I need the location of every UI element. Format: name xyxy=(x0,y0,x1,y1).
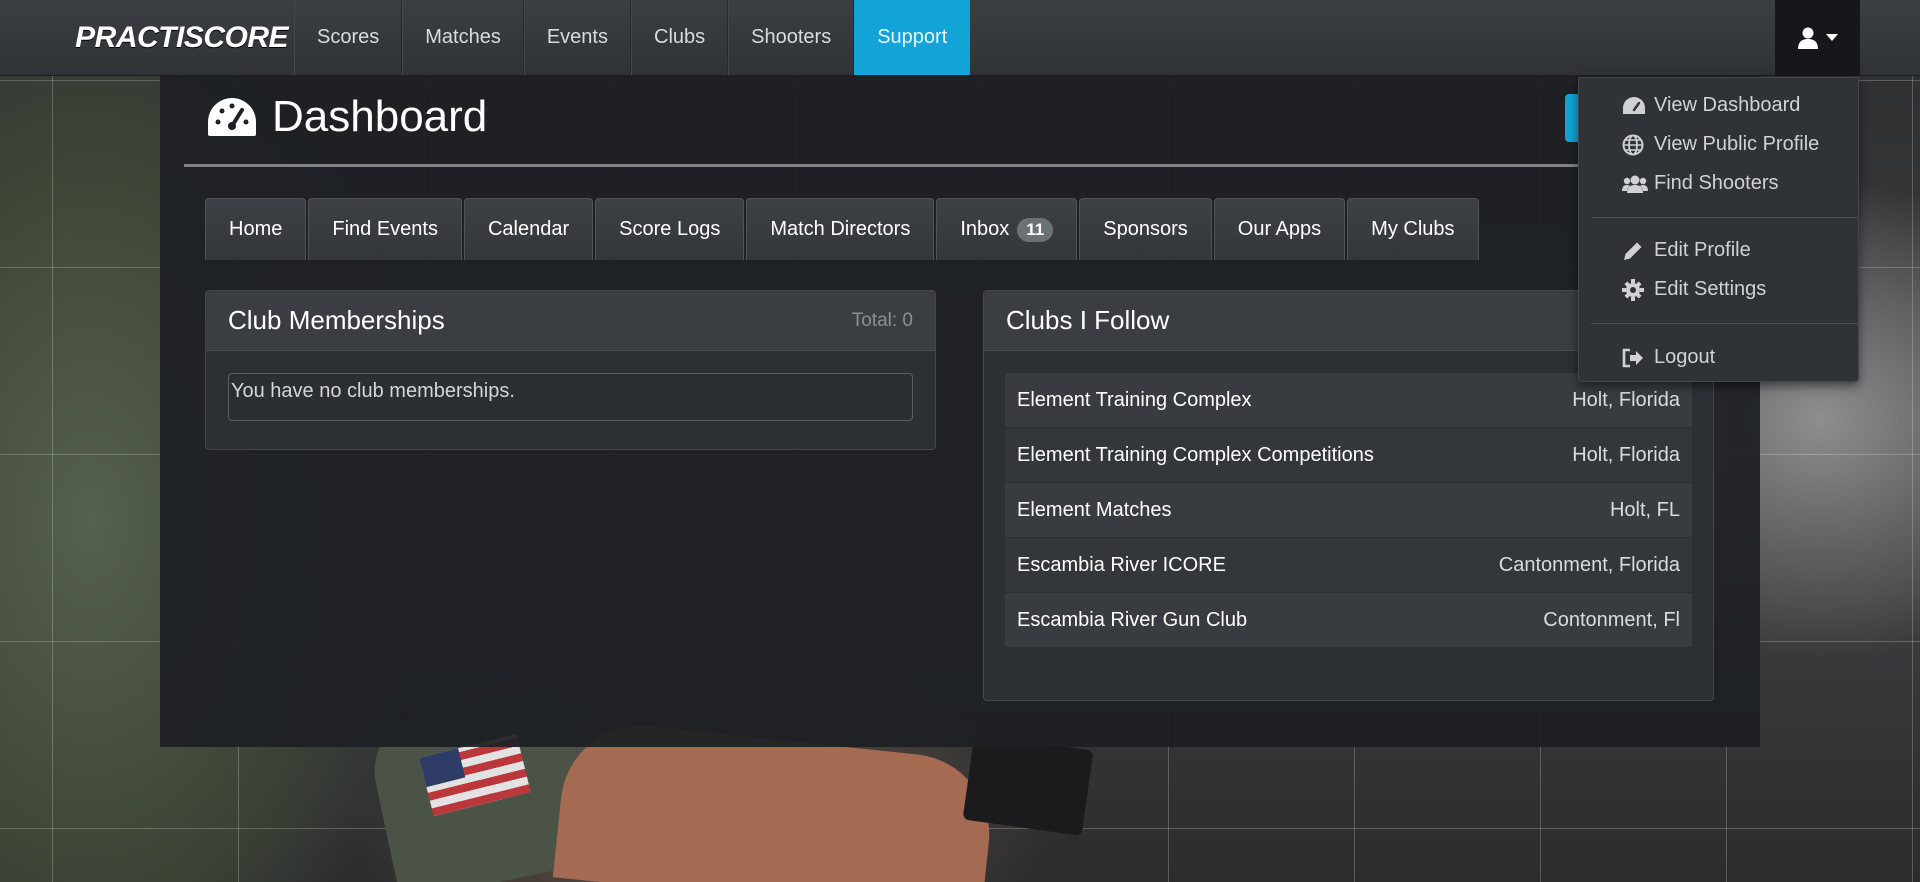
menu-edit-settings[interactable]: Edit Settings xyxy=(1622,278,1766,301)
list-item[interactable]: Element Matches Holt, FL xyxy=(1005,483,1692,538)
gauge-icon xyxy=(208,98,256,136)
nav-support[interactable]: Support xyxy=(854,0,971,75)
nav-shooters[interactable]: Shooters xyxy=(728,0,855,75)
brand-logo[interactable]: PRACTISCORE xyxy=(0,0,294,75)
list-item[interactable]: Escambia River Gun Club Contonment, Fl xyxy=(1005,593,1692,648)
club-name: Element Training Complex xyxy=(1017,388,1252,411)
tab-find-events[interactable]: Find Events xyxy=(308,198,462,260)
sign-out-icon xyxy=(1622,348,1643,367)
caret-down-icon xyxy=(1825,34,1838,41)
followed-clubs-list: Element Training Complex Holt, Florida E… xyxy=(1005,373,1692,648)
list-item[interactable]: Escambia River ICORE Cantonment, Florida xyxy=(1005,538,1692,593)
menu-find-shooters[interactable]: Find Shooters xyxy=(1622,172,1779,195)
tab-home[interactable]: Home xyxy=(205,198,307,260)
background-magazine xyxy=(962,734,1094,836)
gauge-icon xyxy=(1623,96,1645,114)
tab-score-logs[interactable]: Score Logs xyxy=(595,198,745,260)
tab-calendar[interactable]: Calendar xyxy=(463,198,594,260)
list-item[interactable]: Element Training Complex Competitions Ho… xyxy=(1005,428,1692,483)
title-divider xyxy=(184,164,1760,167)
menu-divider xyxy=(1591,217,1858,218)
no-memberships-message: You have no club memberships. xyxy=(228,373,913,421)
menu-view-public-profile[interactable]: View Public Profile xyxy=(1622,133,1819,156)
tab-our-apps[interactable]: Our Apps xyxy=(1213,198,1346,260)
club-location: Holt, Florida xyxy=(1572,443,1680,466)
club-location: Contonment, Fl xyxy=(1543,608,1680,631)
users-icon xyxy=(1622,175,1648,193)
menu-divider xyxy=(1591,323,1858,324)
tab-match-directors[interactable]: Match Directors xyxy=(746,198,935,260)
tab-inbox[interactable]: Inbox 11 xyxy=(936,198,1078,260)
menu-logout[interactable]: Logout xyxy=(1622,346,1715,369)
tab-sponsors[interactable]: Sponsors xyxy=(1079,198,1212,260)
user-dropdown-menu: View Dashboard View Public Profile Find … xyxy=(1578,77,1859,382)
club-memberships-title: Club Memberships xyxy=(228,305,445,335)
inbox-count-badge: 11 xyxy=(1017,217,1054,242)
club-memberships-card: Club Memberships Total: 0 You have no cl… xyxy=(205,290,936,450)
dashboard-tabs: Home Find Events Calendar Score Logs Mat… xyxy=(205,198,1479,260)
clubs-i-follow-title: Clubs I Follow xyxy=(1006,305,1170,335)
user-menu-toggle[interactable] xyxy=(1775,0,1860,76)
top-navbar: PRACTISCORE Scores Matches Events Clubs … xyxy=(0,0,1920,76)
pencil-icon xyxy=(1624,242,1642,260)
nav-clubs[interactable]: Clubs xyxy=(631,0,729,75)
tab-my-clubs[interactable]: My Clubs xyxy=(1347,198,1479,260)
nav-events[interactable]: Events xyxy=(523,0,631,75)
club-name: Escambia River ICORE xyxy=(1017,553,1226,576)
menu-view-dashboard[interactable]: View Dashboard xyxy=(1623,94,1800,117)
club-name: Element Training Complex Competitions xyxy=(1017,443,1374,466)
club-name: Escambia River Gun Club xyxy=(1017,608,1248,631)
club-location: Holt, Florida xyxy=(1572,388,1680,411)
globe-icon xyxy=(1622,134,1644,155)
club-memberships-total: Total: 0 xyxy=(851,309,913,331)
dashboard-panel: Dashboard Home Find Events Calendar Scor… xyxy=(160,76,1760,747)
nav-scores[interactable]: Scores xyxy=(294,0,403,75)
club-memberships-header: Club Memberships Total: 0 xyxy=(206,291,935,351)
club-name: Element Matches xyxy=(1017,498,1172,521)
menu-edit-profile[interactable]: Edit Profile xyxy=(1624,239,1751,262)
page-title: Dashboard xyxy=(272,92,488,141)
club-location: Cantonment, Florida xyxy=(1498,553,1680,576)
gear-icon xyxy=(1622,278,1644,301)
nav-matches[interactable]: Matches xyxy=(402,0,524,75)
club-location: Holt, FL xyxy=(1609,498,1680,521)
user-icon xyxy=(1797,27,1818,49)
page-header: Dashboard xyxy=(206,92,487,142)
